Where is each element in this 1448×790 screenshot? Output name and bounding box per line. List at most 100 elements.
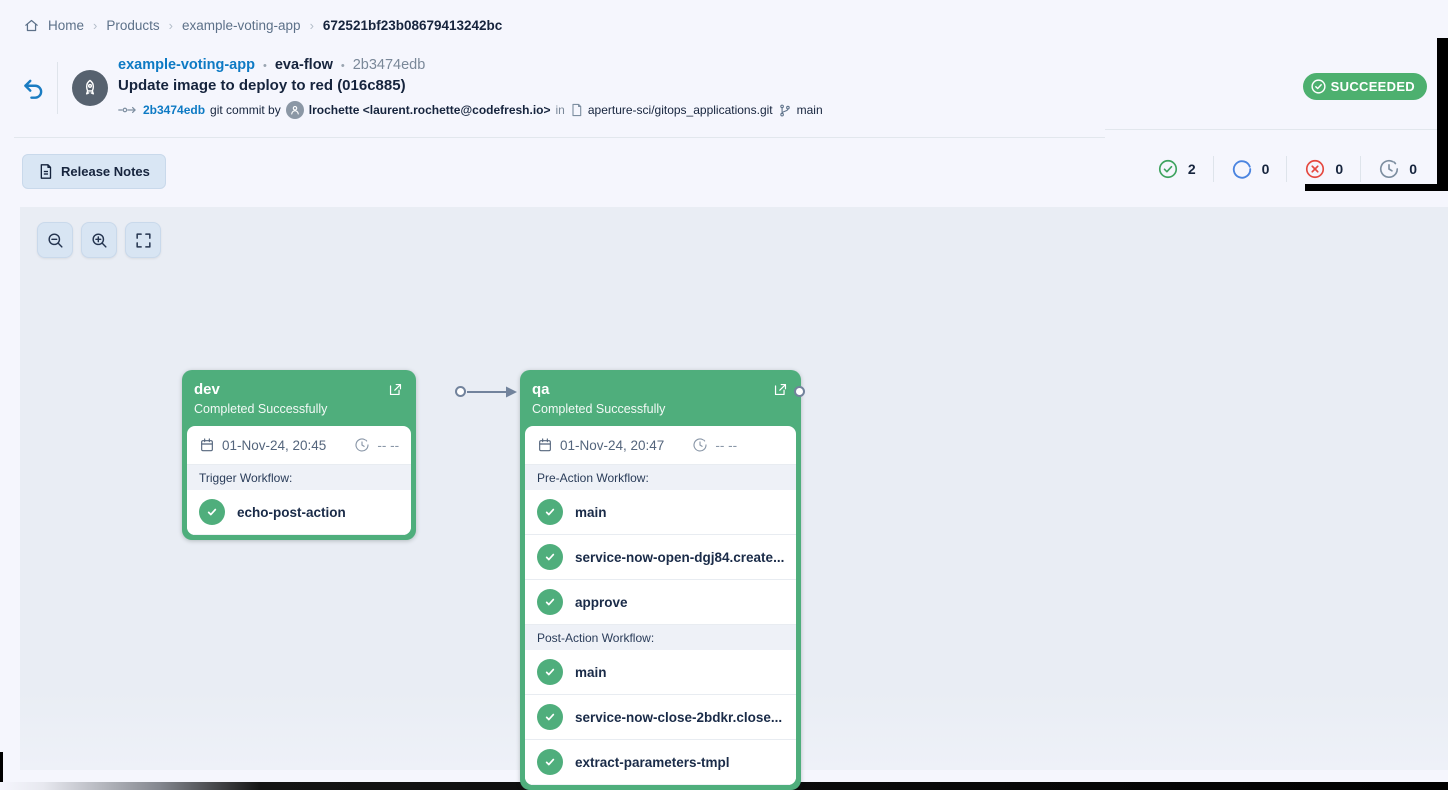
error-circle-icon [1304, 158, 1326, 180]
zoom-out-button[interactable] [37, 222, 73, 258]
status-badge: SUCCEEDED [1303, 73, 1427, 100]
release-title: Update image to deploy to red (016c885) [118, 77, 823, 94]
rocket-avatar-icon [80, 78, 100, 98]
stage-duration: -- -- [377, 438, 399, 453]
document-icon [38, 163, 53, 180]
clock-icon [692, 437, 708, 453]
counter-succeeded[interactable]: 2 [1140, 158, 1213, 180]
check-circle-icon [1310, 78, 1327, 95]
workflow-item-label: main [575, 505, 607, 520]
zoom-in-icon [90, 231, 109, 250]
section-divider [1105, 129, 1437, 130]
workflow-item-label: echo-post-action [237, 505, 346, 520]
workflow-item-label: extract-parameters-tmpl [575, 755, 730, 770]
breadcrumb: Home › Products › example-voting-app › 6… [24, 18, 502, 33]
back-button[interactable] [20, 76, 46, 102]
counter-running[interactable]: 0 [1214, 158, 1287, 180]
release-notes-label: Release Notes [61, 164, 150, 179]
author-avatar [286, 101, 304, 119]
workflow-item-label: service-now-open-dgj84.create... [575, 550, 784, 565]
stage-date: 01-Nov-24, 20:47 [560, 438, 664, 453]
counter-failed[interactable]: 0 [1287, 158, 1360, 180]
breadcrumb-home[interactable]: Home [48, 18, 84, 33]
workflow-item-label: main [575, 665, 607, 680]
commit-branch[interactable]: main [797, 103, 823, 117]
repo-icon [570, 103, 583, 117]
counter-value: 0 [1335, 161, 1343, 177]
release-header: example-voting-app • eva-flow • 2b3474ed… [118, 57, 823, 119]
counter-pending[interactable]: 0 [1361, 158, 1434, 180]
stage-name: dev [194, 380, 404, 399]
stage-node-body: 01-Nov-24, 20:45 -- -- Trigger Workflow:… [187, 426, 411, 535]
workflow-item[interactable]: echo-post-action [187, 490, 411, 535]
section-divider [14, 137, 1105, 138]
check-circle-icon [537, 659, 563, 685]
commit-by-label: git commit by [210, 103, 281, 117]
workflow-item[interactable]: main [525, 650, 796, 695]
breadcrumb-separator: › [310, 18, 314, 33]
calendar-icon [199, 437, 215, 453]
workflow-section-label: Pre-Action Workflow: [525, 465, 796, 490]
promotion-arrow [467, 384, 517, 400]
workflow-item[interactable]: main [525, 490, 796, 535]
release-avatar [72, 70, 108, 106]
workflow-item[interactable]: service-now-open-dgj84.create... [525, 535, 796, 580]
stage-date-row: 01-Nov-24, 20:45 -- -- [187, 426, 411, 465]
counter-value: 0 [1409, 161, 1417, 177]
breadcrumb-products[interactable]: Products [106, 18, 159, 33]
commit-arrow-icon [118, 103, 138, 117]
dot-separator: • [341, 60, 345, 72]
fit-view-button[interactable] [125, 222, 161, 258]
release-commit-short: 2b3474edb [353, 57, 426, 73]
screen-artifact-right [1437, 38, 1448, 191]
connector-dot[interactable] [794, 386, 805, 397]
commit-info-row: 2b3474edb git commit by lrochette <laure… [118, 101, 823, 119]
check-circle-icon [537, 589, 563, 615]
stage-duration: -- -- [715, 438, 737, 453]
check-circle-icon [199, 499, 225, 525]
canvas-zoom-controls [37, 222, 161, 258]
clock-icon [354, 437, 370, 453]
clock-icon [1378, 158, 1400, 180]
breadcrumb-separator: › [93, 18, 97, 33]
user-avatar-icon [289, 104, 301, 116]
stage-node-header: dev Completed Successfully [182, 370, 416, 426]
stage-node-dev[interactable]: dev Completed Successfully 01-Nov-24, 20… [182, 370, 416, 540]
app-link[interactable]: example-voting-app [118, 57, 255, 73]
release-header-row: example-voting-app • eva-flow • 2b3474ed… [118, 57, 823, 73]
commit-in-label: in [556, 103, 565, 117]
stage-node-header: qa Completed Successfully [520, 370, 801, 426]
workflow-item[interactable]: service-now-close-2bdkr.close... [525, 695, 796, 740]
fit-view-icon [134, 231, 153, 250]
counter-value: 2 [1188, 161, 1196, 177]
external-link-icon[interactable] [772, 381, 789, 398]
breadcrumb-separator: › [169, 18, 173, 33]
status-badge-label: SUCCEEDED [1331, 79, 1415, 94]
counter-value: 0 [1262, 161, 1270, 177]
back-icon [20, 76, 46, 102]
workflow-item[interactable]: approve [525, 580, 796, 625]
check-circle-icon [537, 749, 563, 775]
workflow-item[interactable]: extract-parameters-tmpl [525, 740, 796, 785]
check-circle-icon [537, 544, 563, 570]
commit-sha-link[interactable]: 2b3474edb [143, 103, 205, 117]
stage-status: Completed Successfully [532, 402, 789, 416]
release-notes-button[interactable]: Release Notes [22, 154, 166, 189]
check-circle-icon [537, 499, 563, 525]
branch-icon [778, 103, 792, 118]
stage-date: 01-Nov-24, 20:45 [222, 438, 326, 453]
zoom-out-icon [46, 231, 65, 250]
commit-author: lrochette <laurent.rochette@codefresh.io… [309, 103, 551, 117]
breadcrumb-app[interactable]: example-voting-app [182, 18, 301, 33]
stage-sections: Trigger Workflow:echo-post-action [187, 465, 411, 535]
stage-name: qa [532, 380, 789, 399]
commit-repo[interactable]: aperture-sci/gitops_applications.git [588, 103, 773, 117]
external-link-icon[interactable] [387, 381, 404, 398]
stage-sections: Pre-Action Workflow: main service-now-open… [525, 465, 796, 785]
workflow-section-label: Post-Action Workflow: [525, 625, 796, 650]
dot-separator: • [263, 60, 267, 72]
zoom-in-button[interactable] [81, 222, 117, 258]
home-icon[interactable] [24, 18, 39, 33]
stage-node-qa[interactable]: qa Completed Successfully 01-Nov-24, 20:… [520, 370, 801, 790]
connector-dot[interactable] [455, 386, 466, 397]
